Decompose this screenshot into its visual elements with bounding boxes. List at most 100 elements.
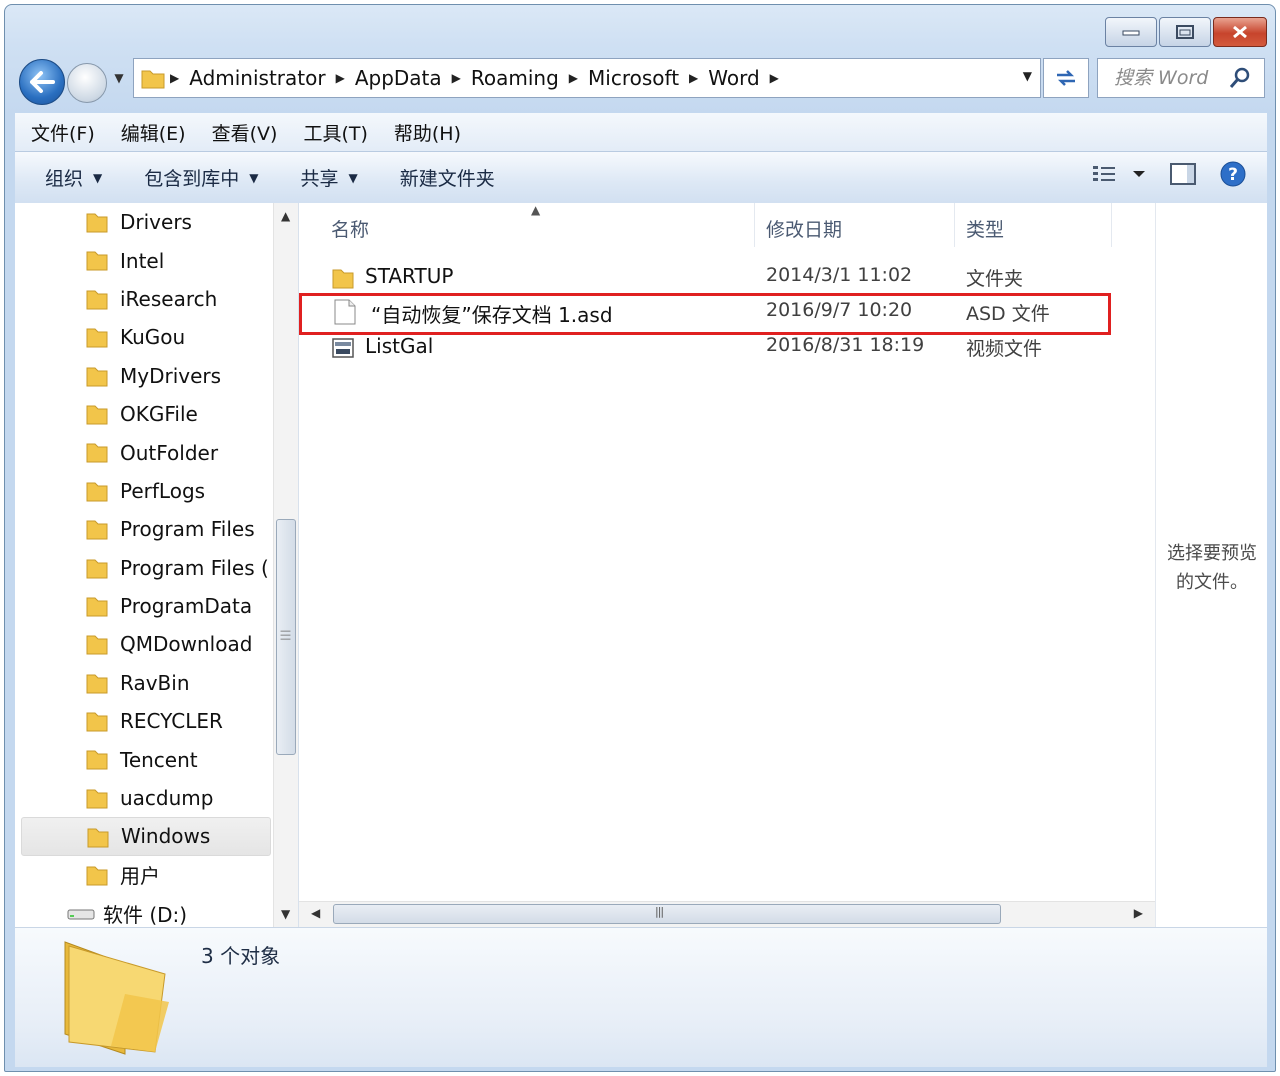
drive-icon: [67, 909, 95, 920]
forward-button[interactable]: [67, 63, 107, 103]
nav-item[interactable]: RavBin: [15, 664, 273, 702]
nav-item[interactable]: OutFolder: [15, 433, 273, 471]
nav-item[interactable]: OKGFile: [15, 395, 273, 433]
nav-item-label: Drivers: [120, 210, 192, 235]
menu-tools[interactable]: 工具(T): [303, 119, 367, 146]
nav-item[interactable]: Intel: [15, 241, 273, 279]
maximize-button[interactable]: [1159, 17, 1211, 47]
new-folder-button[interactable]: 新建文件夹: [400, 164, 495, 191]
preview-pane-button[interactable]: [1169, 162, 1197, 190]
menu-help[interactable]: 帮助(H): [394, 119, 461, 146]
navigation-pane: Drivers Intel iResearch KuGou MyDrivers …: [15, 203, 299, 927]
nav-item[interactable]: Drivers: [15, 203, 273, 241]
nav-item[interactable]: uacdump: [15, 779, 273, 817]
file-scroll-thumb[interactable]: [333, 904, 1001, 924]
column-header-date[interactable]: 修改日期: [766, 215, 842, 242]
caption-buttons: [1105, 17, 1267, 47]
nav-item[interactable]: MyDrivers: [15, 357, 273, 395]
view-options-button[interactable]: [1091, 163, 1147, 189]
red-highlight-box: [299, 293, 1111, 335]
search-icon[interactable]: [1228, 66, 1252, 90]
minimize-button[interactable]: [1105, 17, 1157, 47]
maximize-icon: [1176, 25, 1194, 39]
preview-message: 选择要预览 的文件。: [1156, 539, 1268, 597]
column-divider[interactable]: [754, 203, 755, 247]
breadcrumb-separator-icon[interactable]: ▶: [770, 71, 779, 85]
breadcrumb-administrator[interactable]: Administrator: [189, 66, 325, 90]
column-divider[interactable]: [1111, 203, 1112, 247]
breadcrumb-microsoft[interactable]: Microsoft: [588, 66, 679, 90]
chevron-down-icon: ▼: [93, 170, 103, 185]
nav-item-label: Windows: [121, 824, 211, 849]
refresh-button[interactable]: [1043, 58, 1089, 98]
nav-item[interactable]: 用户: [15, 856, 273, 894]
folder-icon: [86, 597, 108, 617]
nav-item[interactable]: KuGou: [15, 318, 273, 356]
history-dropdown-icon[interactable]: ▼: [111, 71, 127, 91]
folder-icon: [86, 750, 108, 770]
nav-item[interactable]: RECYCLER: [15, 702, 273, 740]
view-controls: ?: [1091, 160, 1247, 192]
breadcrumb-separator-icon[interactable]: ▶: [452, 71, 461, 85]
breadcrumb-appdata[interactable]: AppData: [355, 66, 442, 90]
column-header-name[interactable]: 名称: [331, 215, 369, 242]
scroll-up-icon[interactable]: ▲: [281, 209, 290, 223]
nav-item[interactable]: Tencent: [15, 740, 273, 778]
file-horizontal-scrollbar[interactable]: ◀ ||| ▶: [299, 901, 1155, 927]
breadcrumb-word[interactable]: Word: [708, 66, 759, 90]
nav-item-label: QMDownload: [120, 632, 253, 657]
breadcrumb-roaming[interactable]: Roaming: [471, 66, 559, 90]
nav-item-label: MyDrivers: [120, 363, 222, 388]
explorer-window: ▼ ▶ Administrator ▶ AppData ▶ Roaming ▶ …: [4, 4, 1276, 1072]
organize-label: 组织: [45, 168, 84, 190]
menu-edit[interactable]: 编辑(E): [121, 119, 186, 146]
column-header-type[interactable]: 类型: [966, 215, 1004, 242]
file-name: ListGal: [365, 334, 434, 358]
scroll-right-icon[interactable]: ▶: [1134, 906, 1143, 920]
file-list: ▲ 名称 修改日期 类型 STARTUP 2014/3/1 11:02 文件夹 …: [299, 203, 1155, 927]
back-button[interactable]: [19, 59, 65, 105]
nav-item[interactable]: iResearch: [15, 280, 273, 318]
search-box[interactable]: [1097, 58, 1265, 98]
column-divider[interactable]: [954, 203, 955, 247]
share-label: 共享: [300, 168, 339, 190]
nav-item-label: RavBin: [120, 670, 190, 695]
nav-item[interactable]: PerfLogs: [15, 472, 273, 510]
organize-button[interactable]: 组织 ▼: [45, 164, 102, 191]
file-date: 2014/3/1 11:02: [766, 264, 913, 286]
breadcrumb-separator-icon[interactable]: ▶: [336, 71, 345, 85]
nav-item[interactable]: Program Files (: [15, 549, 273, 587]
sort-ascending-icon: ▲: [531, 203, 541, 217]
preview-pane-icon: [1170, 163, 1196, 185]
folder-icon: [86, 520, 108, 540]
nav-item[interactable]: QMDownload: [15, 625, 273, 663]
nav-item-label: Intel: [120, 248, 165, 273]
nav-item-selected[interactable]: Windows: [21, 817, 271, 856]
menu-view[interactable]: 查看(V): [212, 119, 278, 146]
share-button[interactable]: 共享 ▼: [301, 164, 358, 191]
folder-icon: [86, 712, 108, 732]
breadcrumb-separator-icon[interactable]: ▶: [689, 71, 698, 85]
close-icon: [1233, 25, 1247, 39]
file-row-listgal[interactable]: ListGal 2016/8/31 18:19 视频文件: [299, 330, 1155, 366]
include-library-button[interactable]: 包含到库中 ▼: [144, 164, 258, 191]
help-button[interactable]: ?: [1219, 160, 1247, 192]
scroll-left-icon[interactable]: ◀: [311, 906, 320, 920]
nav-item-label: ProgramData: [120, 594, 253, 619]
nav-item-drive-d[interactable]: 软件 (D:): [15, 894, 273, 927]
breadcrumb-separator-icon[interactable]: ▶: [170, 71, 179, 85]
folder-icon: [86, 367, 108, 387]
search-input[interactable]: [1112, 66, 1222, 90]
nav-item[interactable]: Program Files: [15, 510, 273, 548]
menu-file[interactable]: 文件(F): [31, 119, 95, 146]
scroll-down-icon[interactable]: ▼: [281, 907, 290, 921]
nav-item-label: uacdump: [120, 786, 214, 811]
folder-icon: [86, 674, 108, 694]
file-row-startup[interactable]: STARTUP 2014/3/1 11:02 文件夹: [299, 260, 1155, 296]
address-bar[interactable]: ▶ Administrator ▶ AppData ▶ Roaming ▶ Mi…: [133, 58, 1041, 98]
nav-vertical-scrollbar[interactable]: ▲ — — — ▼: [273, 203, 298, 927]
close-button[interactable]: [1213, 17, 1267, 47]
breadcrumb-separator-icon[interactable]: ▶: [569, 71, 578, 85]
nav-item[interactable]: ProgramData: [15, 587, 273, 625]
address-dropdown-icon[interactable]: ▼: [1023, 69, 1032, 83]
